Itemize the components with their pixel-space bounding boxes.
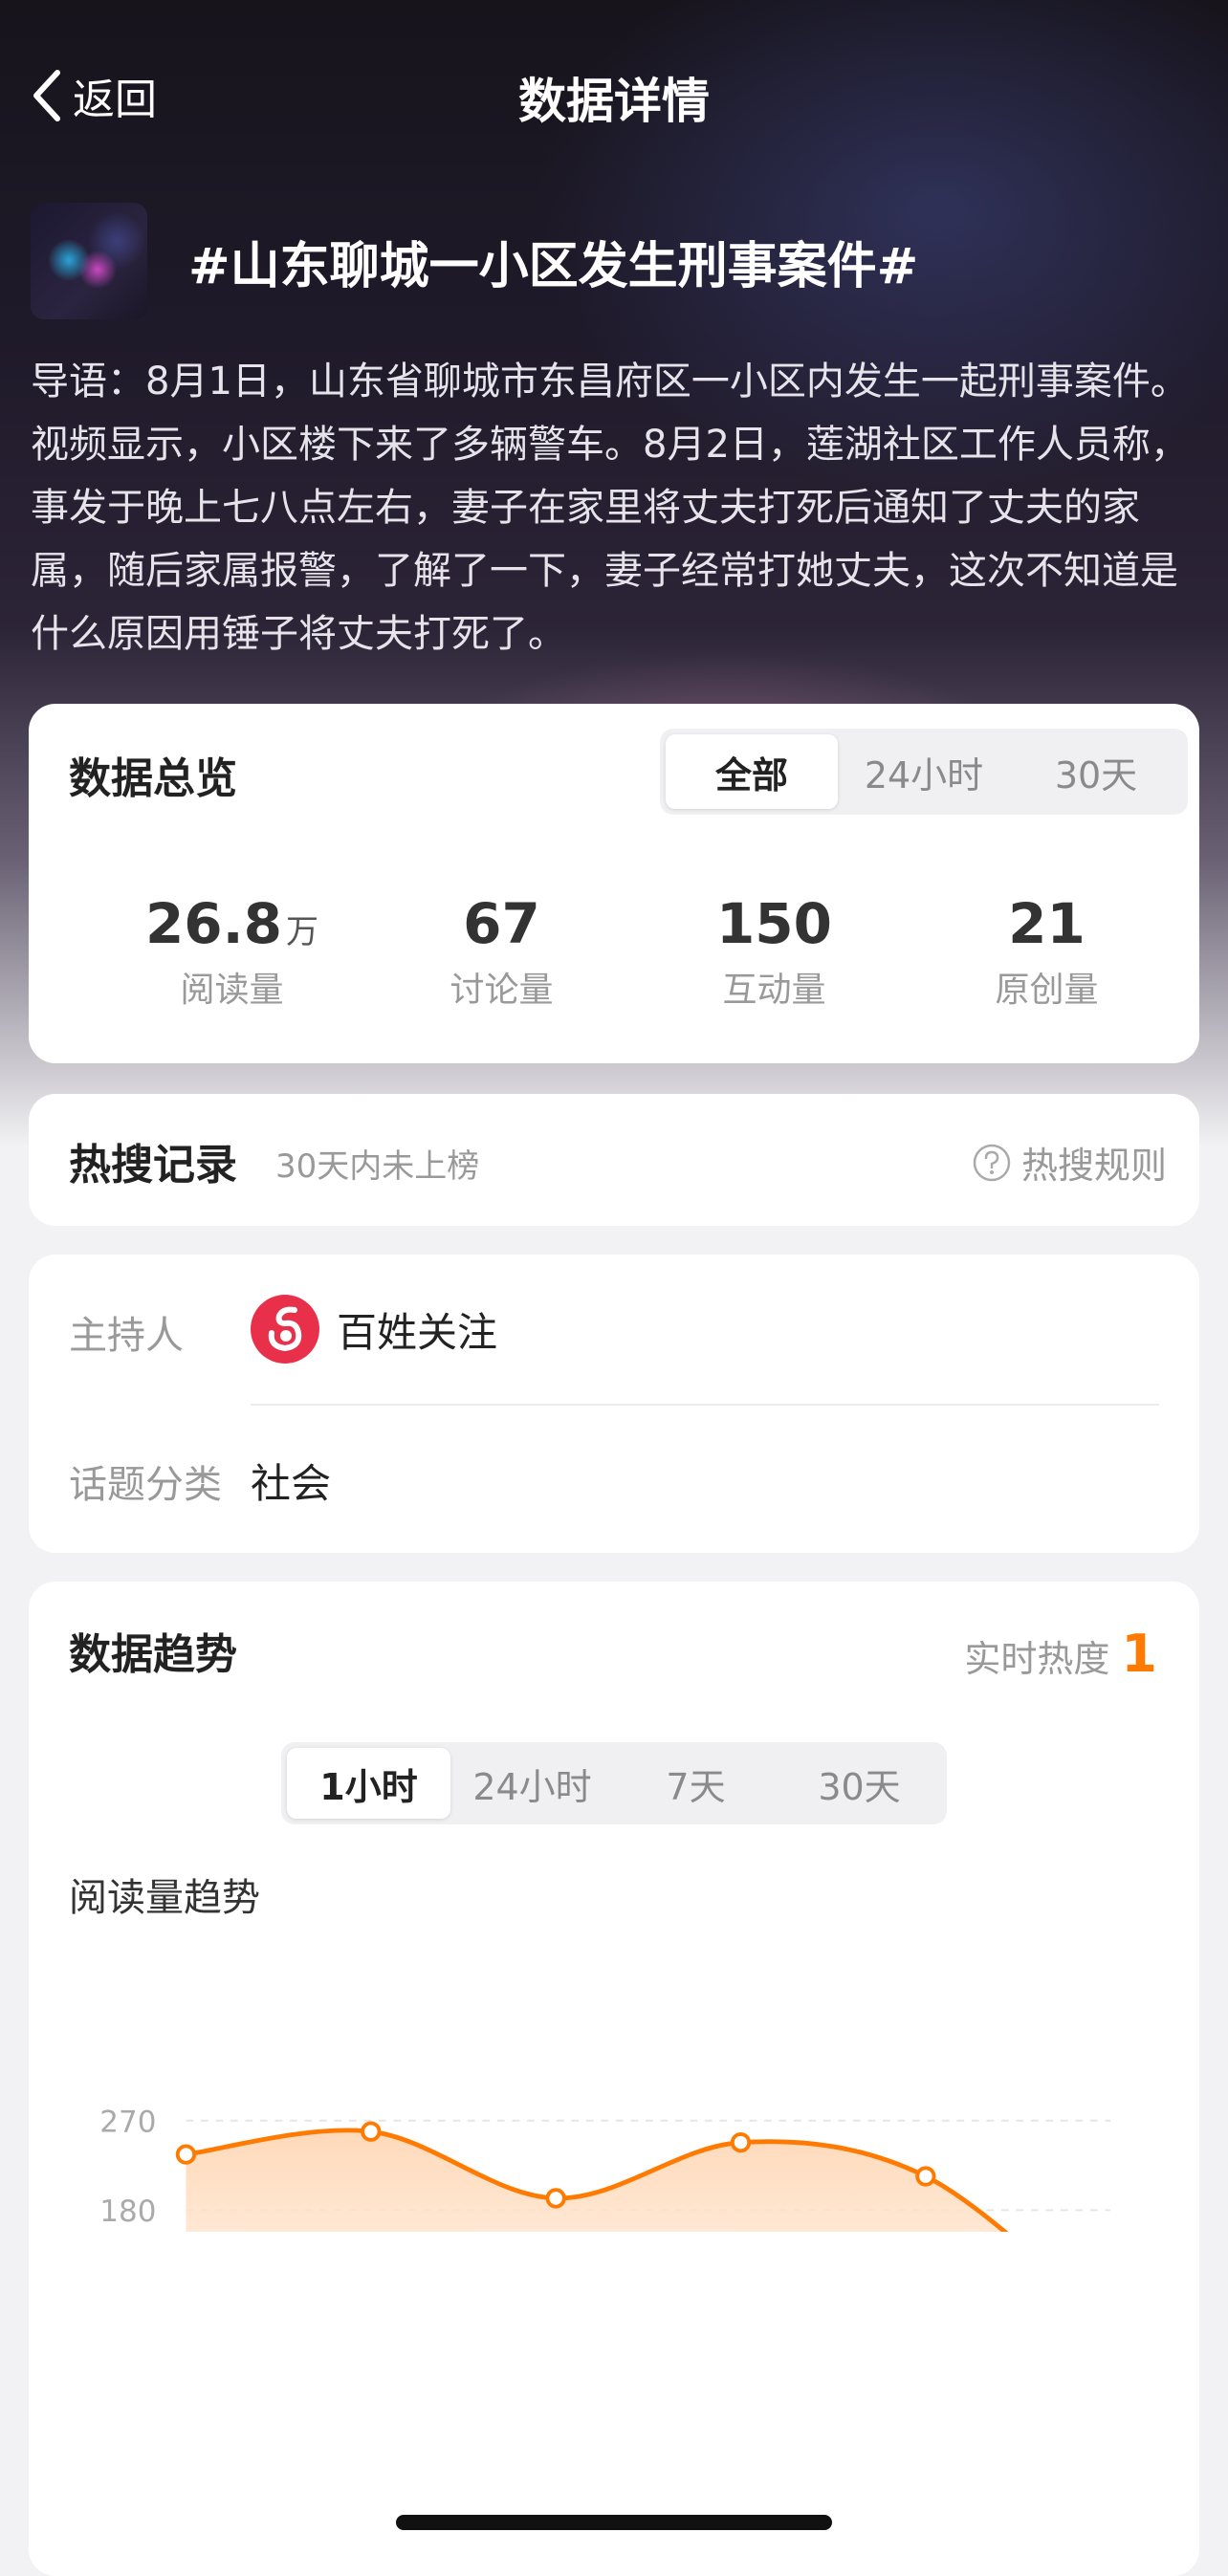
tab-30d[interactable]: 30天: [778, 1748, 941, 1819]
tab-7d[interactable]: 7天: [614, 1748, 778, 1819]
hot-search-rules-link[interactable]: 热搜规则: [972, 1136, 1167, 1189]
tab-all[interactable]: 全部: [666, 734, 838, 809]
data-point[interactable]: [730, 2131, 752, 2153]
stat-discussions-label: 讨论量: [450, 971, 554, 1010]
info-divider: [251, 1404, 1159, 1406]
topic-intro: 导语：8月1日，山东省聊城市东昌府区一小区内发生一起刑事案件。视频显示，小区楼下…: [31, 360, 1189, 656]
heat-value: 1: [1121, 1624, 1157, 1684]
data-point[interactable]: [175, 2144, 197, 2165]
home-indicator: [396, 2515, 832, 2530]
overview-range-tabs: 全部 24小时 30天: [660, 729, 1188, 815]
stat-interactions[interactable]: 150 互动量: [638, 891, 910, 1012]
tab-24h[interactable]: 24小时: [450, 1748, 614, 1819]
stat-reads-label: 阅读量: [180, 971, 284, 1010]
stat-interactions-label: 互动量: [722, 971, 826, 1010]
stat-originals-value: 21: [1008, 891, 1085, 956]
read-trend-chart: 09018027012:50: [99, 2105, 1111, 2232]
host-entry[interactable]: 百姓关注: [251, 1295, 497, 1364]
stat-reads[interactable]: 26.8 万 阅读量: [96, 891, 368, 1012]
question-circle-icon: [973, 1144, 1011, 1181]
tab-1h[interactable]: 1小时: [287, 1748, 450, 1819]
hot-search-status: 30天内未上榜: [275, 1147, 480, 1186]
chart-legend: 阅读量趋势: [69, 1876, 260, 1920]
stat-interactions-value: 150: [715, 891, 833, 956]
overview-card: 数据总览 全部 24小时 30天 26.8 万 阅读量 67 讨论量 150 互动…: [29, 704, 1199, 1063]
y-tick-label: 270: [99, 2105, 156, 2139]
topic-header: #山东聊城一小区发生刑事案件#: [31, 203, 1207, 321]
stat-originals-label: 原创量: [995, 971, 1099, 1010]
heat-label: 实时热度: [964, 1638, 1110, 1680]
realtime-heat: 实时热度 1: [964, 1624, 1157, 1684]
nav-bar: 返回 数据详情: [0, 57, 1228, 134]
stat-discussions[interactable]: 67 讨论量: [365, 891, 638, 1012]
series-area: [186, 2129, 1005, 2232]
data-point[interactable]: [915, 2166, 936, 2187]
tab-30d[interactable]: 30天: [1010, 734, 1182, 809]
trend-card: 数据趋势 实时热度 1 1小时 24小时 7天 30天 阅读量趋势 090180…: [29, 1582, 1199, 2576]
topic-thumbnail[interactable]: [31, 203, 147, 319]
host-name: 百姓关注: [337, 1308, 498, 1356]
hot-search-title: 热搜记录: [69, 1141, 237, 1190]
hot-search-card: 热搜记录 30天内未上榜 热搜规则: [29, 1094, 1199, 1226]
trend-range-tabs: 1小时 24小时 7天 30天: [281, 1742, 947, 1824]
host-avatar-icon: [251, 1295, 319, 1364]
tab-24h[interactable]: 24小时: [838, 734, 1010, 809]
stat-discussions-value: 67: [463, 891, 540, 956]
stat-originals[interactable]: 21 原创量: [910, 891, 1183, 1012]
topic-info-card: 主持人 百姓关注 话题分类 社会: [29, 1255, 1199, 1553]
y-tick-label: 180: [99, 2194, 156, 2229]
page-title: 数据详情: [518, 74, 710, 129]
data-point[interactable]: [361, 2121, 382, 2142]
hot-search-rules-label: 热搜规则: [1020, 1145, 1167, 1187]
category-label: 话题分类: [69, 1463, 222, 1507]
stat-reads-unit: 万: [286, 913, 319, 951]
stat-reads-value: 26.8: [144, 891, 283, 956]
category-value: 社会: [251, 1460, 332, 1507]
trend-title: 数据趋势: [69, 1630, 237, 1679]
data-point[interactable]: [545, 2188, 566, 2209]
host-label: 主持人: [69, 1314, 184, 1358]
overview-title: 数据总览: [69, 754, 237, 803]
topic-title: #山东聊城一小区发生刑事案件#: [188, 238, 919, 295]
